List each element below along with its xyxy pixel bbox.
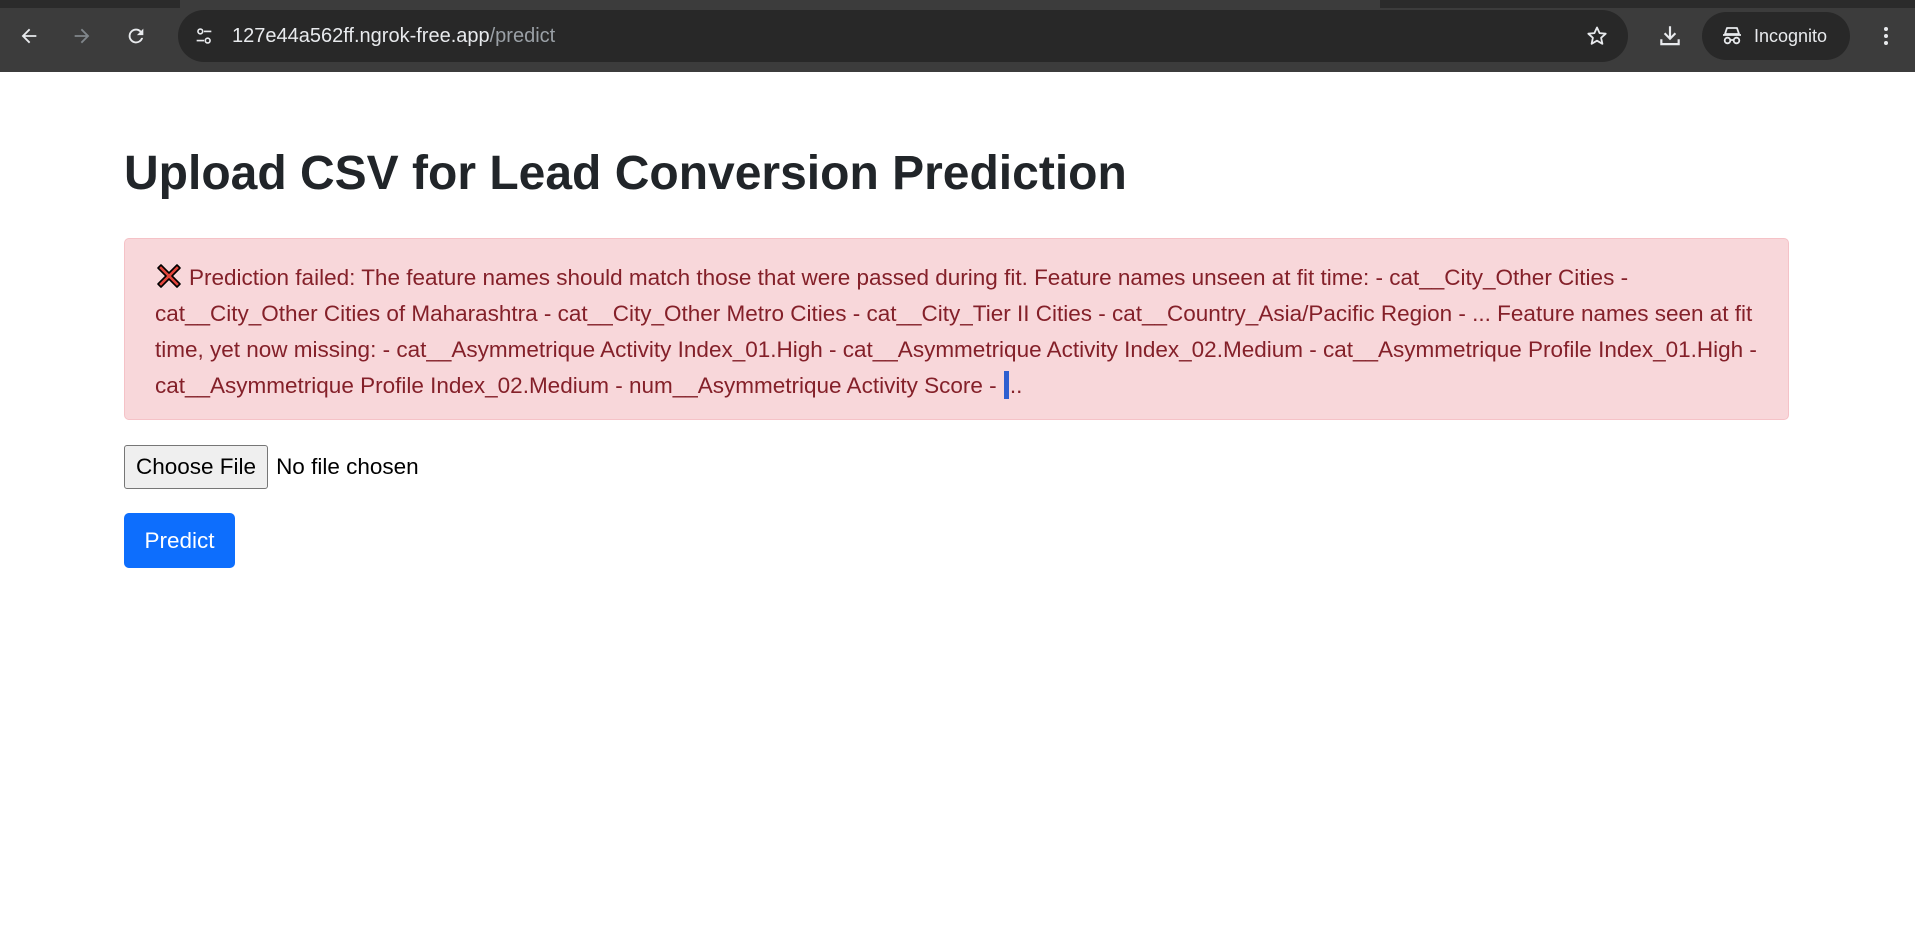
back-button[interactable] [9, 16, 49, 56]
forward-arrow-icon [74, 28, 90, 44]
downloads-button[interactable] [1650, 16, 1690, 56]
error-message: Prediction failed: The feature names sho… [155, 265, 1757, 398]
address-bar[interactable]: 127e44a562ff.ngrok-free.app/predict [178, 10, 1628, 62]
download-icon [1660, 26, 1680, 46]
incognito-icon [1723, 27, 1741, 45]
reload-icon [128, 28, 144, 44]
reload-button[interactable] [116, 16, 156, 56]
cross-mark-icon [157, 264, 181, 288]
url-host: 127e44a562ff.ngrok-free.app [232, 25, 490, 47]
url-path: /predict [489, 25, 556, 47]
forward-button[interactable] [62, 16, 102, 56]
tab-strip [0, 0, 1915, 8]
tune-icon [196, 28, 212, 44]
text-selection-caret [1003, 371, 1009, 399]
file-input[interactable]: Choose File No file chosen [124, 445, 419, 489]
page-title: Upload CSV for Lead Conversion Predictio… [124, 147, 1127, 200]
choose-file-button[interactable]: Choose File [124, 445, 269, 489]
star-icon [1587, 26, 1607, 45]
profile-label: Incognito [1754, 25, 1828, 46]
bookmark-star-button[interactable] [1584, 23, 1610, 49]
browser-toolbar: 127e44a562ff.ngrok-free.app/predict Inco… [0, 0, 1915, 72]
error-message-end: .. [1009, 373, 1023, 398]
active-tab[interactable] [180, 0, 1380, 8]
file-status: No file chosen [276, 454, 419, 479]
error-alert: Prediction failed: The feature names sho… [124, 238, 1789, 420]
incognito-profile-button[interactable]: Incognito [1702, 12, 1850, 60]
browser-menu-button[interactable] [1866, 16, 1906, 56]
more-vertical-icon [1884, 27, 1888, 45]
back-arrow-icon [21, 28, 37, 44]
url-text[interactable]: 127e44a562ff.ngrok-free.app/predict [232, 24, 555, 48]
site-info-button[interactable] [188, 20, 220, 52]
predict-button[interactable]: Predict [124, 513, 235, 568]
